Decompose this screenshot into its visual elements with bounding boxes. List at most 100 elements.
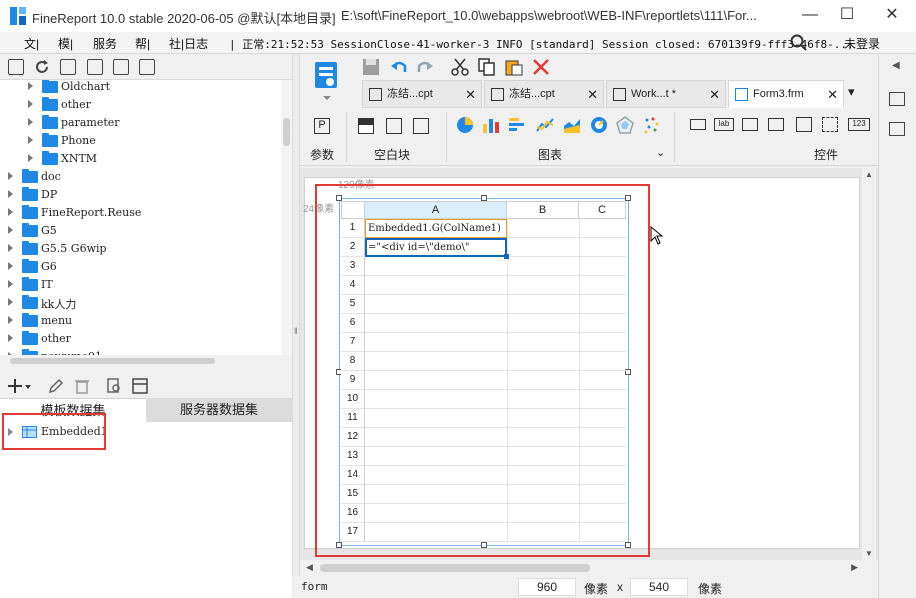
tab-document[interactable]: 冻结...cpt ✕ [484, 80, 604, 108]
pie-chart-icon[interactable] [456, 116, 474, 134]
tree-horizontal-scrollbar[interactable] [0, 355, 292, 367]
maximize-button[interactable]: ☐ [827, 2, 867, 30]
tab-server-dataset[interactable]: 服务器数据集 [146, 398, 292, 422]
copy-icon[interactable] [139, 59, 155, 75]
tree-item[interactable]: doc [0, 168, 281, 186]
grid-layout-icon[interactable] [413, 118, 429, 134]
folder-icon [22, 223, 38, 237]
menu-server[interactable]: 服务 [93, 35, 117, 52]
folder-icon [22, 313, 38, 327]
width-unit-label: 像素 [584, 582, 609, 596]
edit-icon[interactable] [48, 378, 64, 394]
tree-item[interactable]: G6 [0, 258, 281, 276]
menu-help[interactable]: 帮| [135, 35, 150, 52]
tab-document[interactable]: 冻结...cpt ✕ [362, 80, 482, 108]
delete-red-icon[interactable] [532, 58, 550, 76]
tree-item[interactable]: FineReport.Reuse [0, 204, 281, 222]
show-file-icon[interactable] [60, 59, 76, 75]
settings-icon[interactable] [87, 59, 103, 75]
width-input[interactable]: 960 [518, 578, 576, 596]
tree-item[interactable]: newume01 [0, 348, 281, 355]
login-link[interactable]: 未登录 [844, 35, 880, 52]
button-widget-icon[interactable] [742, 118, 758, 131]
new-folder-icon[interactable] [8, 59, 24, 75]
tree-item[interactable]: G5 [0, 222, 281, 240]
text-box-widget-icon[interactable] [690, 119, 706, 130]
dataset-toolbar [0, 374, 292, 398]
tab-document[interactable]: Work...t * ✕ [606, 80, 726, 108]
menu-template[interactable]: 模| [58, 35, 73, 52]
tab-document-active[interactable]: Form3.frm ✕ [728, 80, 844, 108]
area-chart-icon[interactable] [563, 116, 581, 134]
delete-dataset-icon[interactable] [74, 378, 90, 394]
log-status-line: | 正常:21:52:53 SessionClose-41-worker-3 I… [229, 38, 854, 51]
cell-attribute-icon[interactable] [889, 92, 905, 106]
redo-icon[interactable] [416, 58, 434, 76]
undo-icon[interactable] [390, 58, 408, 76]
date-widget-icon[interactable] [796, 117, 812, 132]
close-tab-icon[interactable]: ✕ [827, 81, 838, 108]
bar-chart-icon[interactable] [482, 116, 500, 134]
tree-item[interactable]: IT [0, 276, 281, 294]
dataset-settings-icon[interactable] [132, 378, 148, 394]
tree-item[interactable]: G5.5 G6wip [0, 240, 281, 258]
file-path: E:\soft\FineReport_10.0\webapps\webroot\… [341, 8, 757, 23]
save-icon[interactable] [362, 58, 380, 76]
scatter-chart-icon[interactable] [643, 116, 661, 134]
tree-item[interactable]: Oldchart [0, 80, 281, 96]
label-widget-icon[interactable]: lab [714, 118, 734, 131]
split-layout-icon[interactable] [386, 118, 402, 134]
tree-item[interactable]: kk人力 [0, 294, 281, 312]
search-icon[interactable] [790, 34, 808, 52]
tree-item[interactable]: DP [0, 186, 281, 204]
absolute-layout-icon[interactable] [358, 118, 374, 134]
tree-item[interactable]: Phone [0, 132, 281, 150]
widget-settings-icon[interactable] [889, 122, 905, 136]
tree-widget-icon[interactable] [822, 117, 838, 132]
line-chart-icon[interactable] [536, 116, 554, 134]
finereport-logo-icon [10, 7, 26, 25]
parameter-icon[interactable]: P [314, 118, 330, 134]
close-button[interactable]: ✕ [872, 2, 912, 30]
close-tab-icon[interactable]: ✕ [465, 81, 476, 108]
template-type-icon[interactable] [309, 60, 345, 104]
tab-list-icon[interactable]: ▾ [848, 84, 855, 100]
add-dataset-icon[interactable] [8, 378, 32, 394]
tree-item[interactable]: menu [0, 312, 281, 330]
right-property-rail: ◀ [878, 54, 916, 598]
frm-file-icon [735, 88, 748, 101]
minimize-button[interactable]: — [790, 2, 830, 30]
tree-item[interactable]: other [0, 330, 281, 348]
tree-item[interactable]: other [0, 96, 281, 114]
paste-icon[interactable] [505, 58, 523, 76]
chart-more-chevron-icon[interactable]: ⌄ [656, 146, 665, 159]
gauge-chart-icon[interactable] [590, 116, 608, 134]
refresh-icon[interactable] [34, 59, 50, 75]
template-toolbar [0, 54, 292, 80]
tree-item[interactable]: XNTM [0, 150, 281, 168]
menu-community-log[interactable]: 社|日志 [169, 35, 208, 52]
close-tab-icon[interactable]: ✕ [587, 81, 598, 108]
pane-splitter[interactable]: ‖ [292, 54, 300, 598]
form-name-label: form [301, 580, 328, 593]
radar-chart-icon[interactable] [616, 116, 634, 134]
combo-widget-icon[interactable] [768, 118, 784, 131]
canvas-horizontal-scrollbar[interactable]: ◀ ▶ [300, 560, 878, 576]
tree-item[interactable]: parameter [0, 114, 281, 132]
close-tab-icon[interactable]: ✕ [709, 81, 720, 108]
cpt-file-icon [369, 88, 382, 101]
delete-icon[interactable] [113, 59, 129, 75]
copy-toolbar-icon[interactable] [478, 58, 496, 76]
number-widget-icon[interactable]: 123 [848, 118, 870, 131]
cut-icon[interactable] [451, 58, 469, 76]
template-tree[interactable]: Oldchart other parameter Phone XNTM doc … [0, 80, 281, 355]
window-title: FineReport 10.0 stable 2020-06-05 @默认[本地… [32, 11, 336, 26]
horizontal-bar-icon[interactable] [508, 116, 526, 134]
canvas-vertical-scrollbar[interactable]: ▲ ▼ [862, 168, 876, 560]
height-input[interactable]: 540 [630, 578, 688, 596]
collapse-arrow-icon[interactable]: ◀ [892, 60, 900, 71]
cpt-file-icon [613, 88, 626, 101]
preview-icon[interactable] [106, 378, 122, 394]
menu-file[interactable]: 文| [24, 35, 39, 52]
tree-vertical-scrollbar[interactable] [281, 80, 292, 367]
